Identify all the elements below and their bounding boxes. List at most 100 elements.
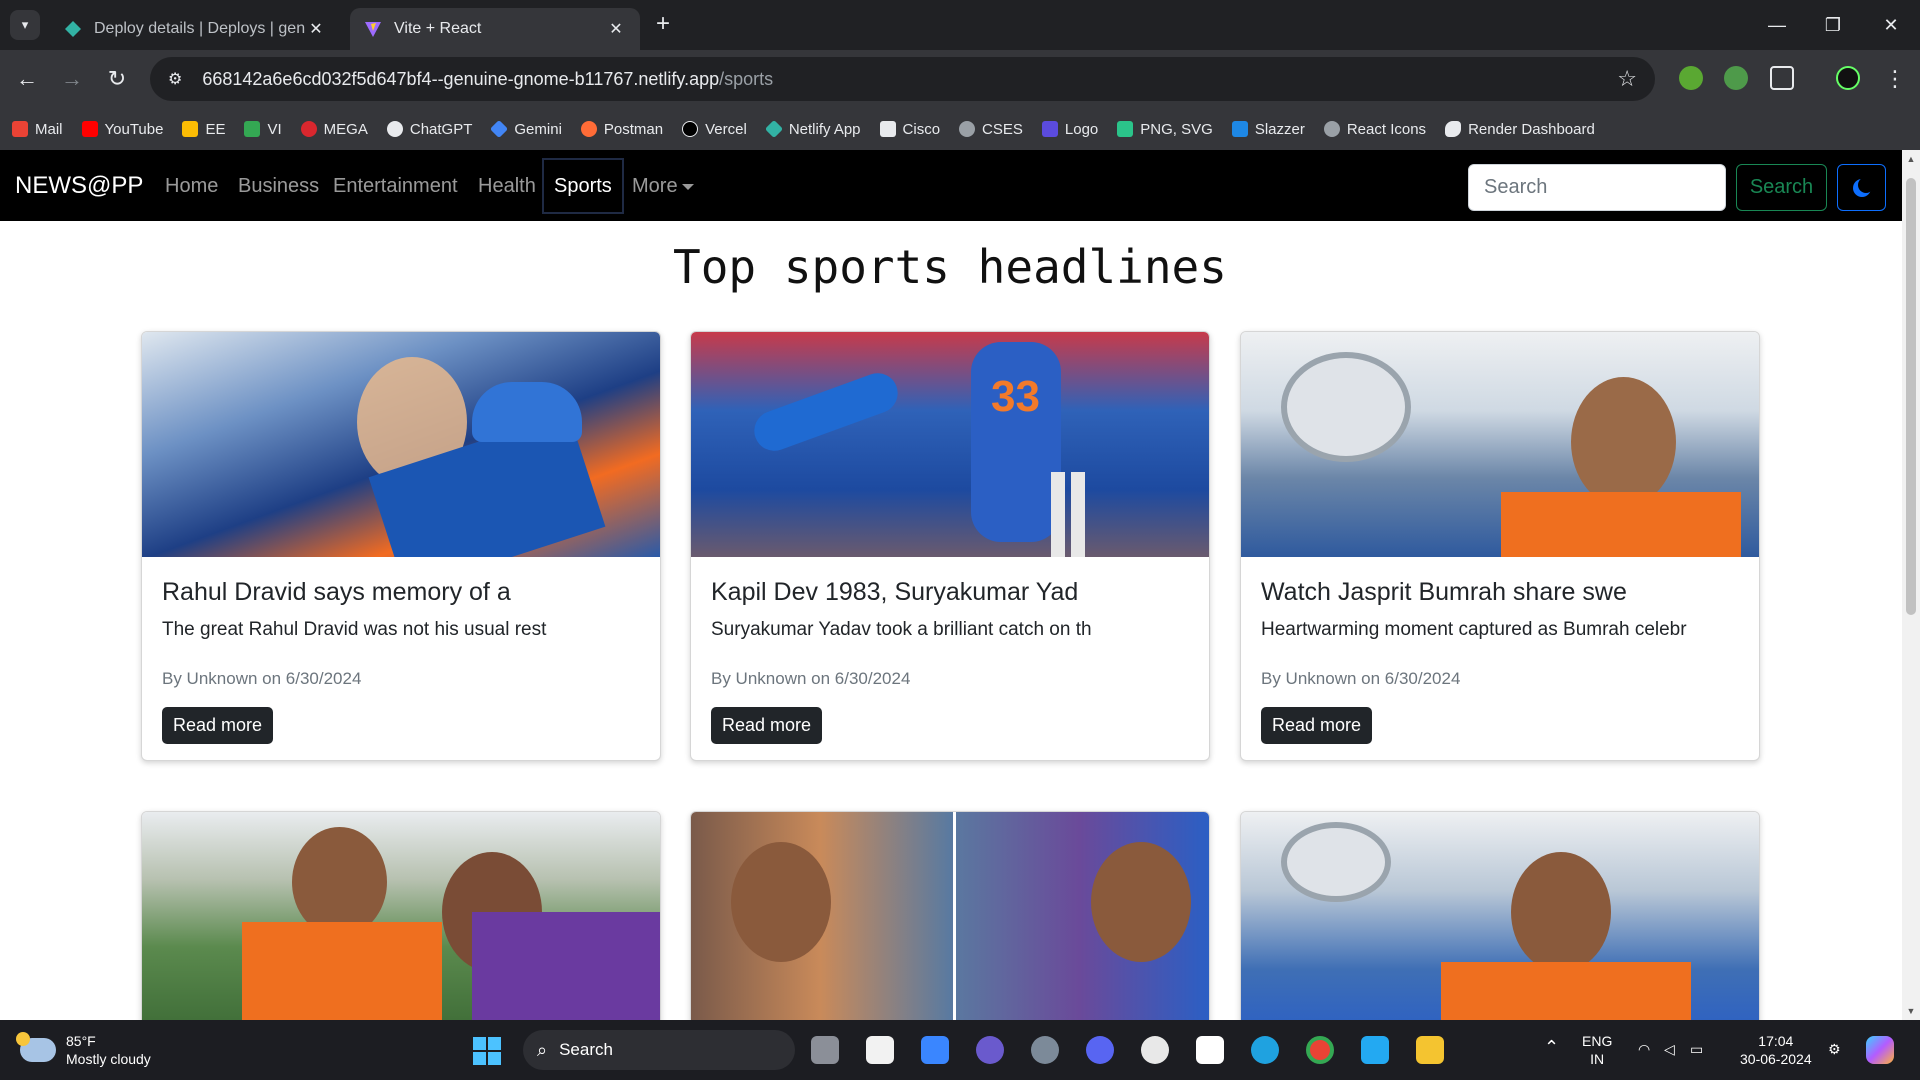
- extensions-puzzle-icon[interactable]: [1770, 66, 1794, 90]
- edge-icon[interactable]: [1251, 1036, 1279, 1064]
- tab-search-menu-icon[interactable]: ▾: [10, 10, 40, 40]
- tab-vite-react[interactable]: Vite + React ✕: [350, 8, 640, 50]
- moon-icon: [1853, 177, 1874, 197]
- discord-icon[interactable]: [1086, 1036, 1114, 1064]
- page-title: Top sports headlines: [673, 240, 1227, 294]
- chevron-up-icon[interactable]: ⌃: [1544, 1038, 1559, 1056]
- youtube-icon: [81, 121, 98, 137]
- page-scrollbar[interactable]: ▲ ▼: [1902, 150, 1920, 1020]
- nav-more-dropdown[interactable]: More: [632, 175, 694, 198]
- bookmark-render[interactable]: Render Dashboard: [1445, 121, 1595, 138]
- news-image: 33: [691, 332, 1209, 557]
- theme-toggle-button[interactable]: [1837, 164, 1886, 211]
- ms-store-icon[interactable]: [921, 1036, 949, 1064]
- card-description: Heartwarming moment captured as Bumrah c…: [1261, 619, 1687, 640]
- cisco-icon: [879, 121, 896, 137]
- site-brand[interactable]: NEWS@PP: [15, 172, 143, 200]
- extension-green-plus-icon[interactable]: [1679, 66, 1703, 90]
- tab-title: Vite + React: [394, 20, 482, 37]
- drive-icon: [182, 121, 199, 137]
- nav-health[interactable]: Health: [478, 175, 536, 198]
- bookmark-cses[interactable]: CSES: [959, 121, 1023, 138]
- close-window-icon[interactable]: ✕: [1876, 10, 1906, 40]
- notion-icon[interactable]: [1196, 1036, 1224, 1064]
- news-image: [1241, 332, 1759, 557]
- bookmark-netlify[interactable]: Netlify App: [764, 119, 861, 139]
- file-explorer-icon[interactable]: [1416, 1036, 1444, 1064]
- tab-title: Deploy details | Deploys | genuine-gnome…: [94, 20, 306, 37]
- forward-icon[interactable]: →: [57, 64, 87, 94]
- nav-entertainment[interactable]: Entertainment: [333, 175, 458, 198]
- browser-menu-icon[interactable]: ⋮: [1880, 64, 1910, 94]
- bookmark-postman[interactable]: Postman: [580, 121, 663, 138]
- read-more-button[interactable]: Read more: [711, 707, 823, 744]
- bookmark-react-icons[interactable]: React Icons: [1323, 121, 1426, 138]
- nav-business[interactable]: Business: [238, 175, 319, 198]
- new-tab-icon[interactable]: +: [650, 12, 676, 38]
- render-icon: [1445, 121, 1462, 137]
- read-more-button[interactable]: Read more: [162, 707, 274, 744]
- restore-icon[interactable]: ❐: [1818, 10, 1848, 40]
- language-indicator[interactable]: ENG IN: [1582, 1032, 1612, 1068]
- news-card: [690, 811, 1210, 1020]
- site-info-icon[interactable]: ⚙: [168, 69, 182, 89]
- netlify-icon: [764, 119, 783, 139]
- address-bar[interactable]: ⚙ 668142a6e6cd032f5d647bf4--genuine-gnom…: [150, 57, 1655, 101]
- svg-repo-icon: [1117, 121, 1134, 137]
- card-title: Watch Jasprit Bumrah share swe: [1261, 578, 1627, 606]
- close-tab-icon[interactable]: ✕: [306, 19, 326, 39]
- bookmark-gemini[interactable]: Gemini: [490, 119, 562, 139]
- taskbar-search[interactable]: ⌕ Search: [523, 1030, 795, 1070]
- task-view-icon[interactable]: [811, 1036, 839, 1064]
- bookmark-mail[interactable]: Mail: [12, 121, 63, 138]
- bookmark-chatgpt[interactable]: ChatGPT: [386, 121, 472, 138]
- card-byline: By Unknown on 6/30/2024: [162, 669, 362, 688]
- scroll-up-icon[interactable]: ▲: [1902, 150, 1920, 168]
- bookmark-vi[interactable]: VI: [244, 121, 282, 138]
- search-input[interactable]: Search: [1468, 164, 1726, 211]
- bookmark-slazzer[interactable]: Slazzer: [1231, 121, 1305, 138]
- extension-audio-icon[interactable]: [1724, 66, 1748, 90]
- reload-icon[interactable]: ↻: [102, 64, 132, 94]
- weather-widget[interactable]: 85°F Mostly cloudy: [16, 1032, 151, 1068]
- clock[interactable]: 17:04 30-06-2024: [1740, 1032, 1812, 1068]
- bookmark-png-svg[interactable]: PNG, SVG: [1117, 121, 1213, 138]
- read-more-button[interactable]: Read more: [1261, 707, 1373, 744]
- search-button[interactable]: Search: [1736, 164, 1827, 211]
- bookmark-logo[interactable]: Logo: [1041, 121, 1098, 138]
- nav-home[interactable]: Home: [165, 175, 218, 198]
- copilot-icon[interactable]: [976, 1036, 1004, 1064]
- battery-icon[interactable]: ▭: [1690, 1040, 1703, 1058]
- scroll-down-icon[interactable]: ▼: [1902, 1002, 1920, 1020]
- settings-icon[interactable]: [1031, 1036, 1059, 1064]
- bookmark-vercel[interactable]: Vercel: [682, 121, 747, 138]
- bookmark-mega[interactable]: MEGA: [300, 121, 368, 138]
- news-image: [1241, 812, 1759, 1020]
- bookmark-cisco[interactable]: Cisco: [879, 121, 940, 138]
- volume-icon[interactable]: ◁: [1664, 1040, 1675, 1058]
- minimize-icon[interactable]: —: [1762, 10, 1792, 40]
- card-title: Kapil Dev 1983, Suryakumar Yad: [711, 578, 1079, 606]
- notifications-icon[interactable]: ⚙: [1828, 1040, 1841, 1058]
- nav-sports[interactable]: Sports: [542, 158, 624, 214]
- tab-netlify-deploy[interactable]: Deploy details | Deploys | genuine-gnome…: [50, 8, 340, 50]
- bookmarks-bar: Mail YouTube EE VI MEGA ChatGPT Gemini P…: [0, 108, 1920, 150]
- bookmark-star-icon[interactable]: ☆: [1617, 66, 1637, 92]
- profile-avatar[interactable]: [1836, 66, 1860, 90]
- scrollbar-thumb[interactable]: [1906, 178, 1916, 615]
- back-icon[interactable]: ←: [12, 64, 42, 94]
- close-tab-icon[interactable]: ✕: [606, 19, 626, 39]
- bookmark-ee[interactable]: EE: [182, 121, 225, 138]
- windows-start-icon[interactable]: [473, 1037, 501, 1065]
- chevron-down-icon: [681, 183, 694, 190]
- logo-icon: [1041, 121, 1058, 137]
- bookmark-youtube[interactable]: YouTube: [81, 121, 163, 138]
- vscode-icon[interactable]: [1361, 1036, 1389, 1064]
- chrome-icon[interactable]: [1306, 1036, 1334, 1064]
- tab-strip: ▾ Deploy details | Deploys | genuine-gno…: [0, 0, 1920, 50]
- wifi-icon[interactable]: ◠: [1638, 1040, 1650, 1058]
- copilot-tray-icon[interactable]: [1866, 1036, 1894, 1064]
- amazon-icon[interactable]: [866, 1036, 894, 1064]
- mongodb-compass-icon[interactable]: [1141, 1036, 1169, 1064]
- url-text: 668142a6e6cd032f5d647bf4--genuine-gnome-…: [202, 68, 774, 89]
